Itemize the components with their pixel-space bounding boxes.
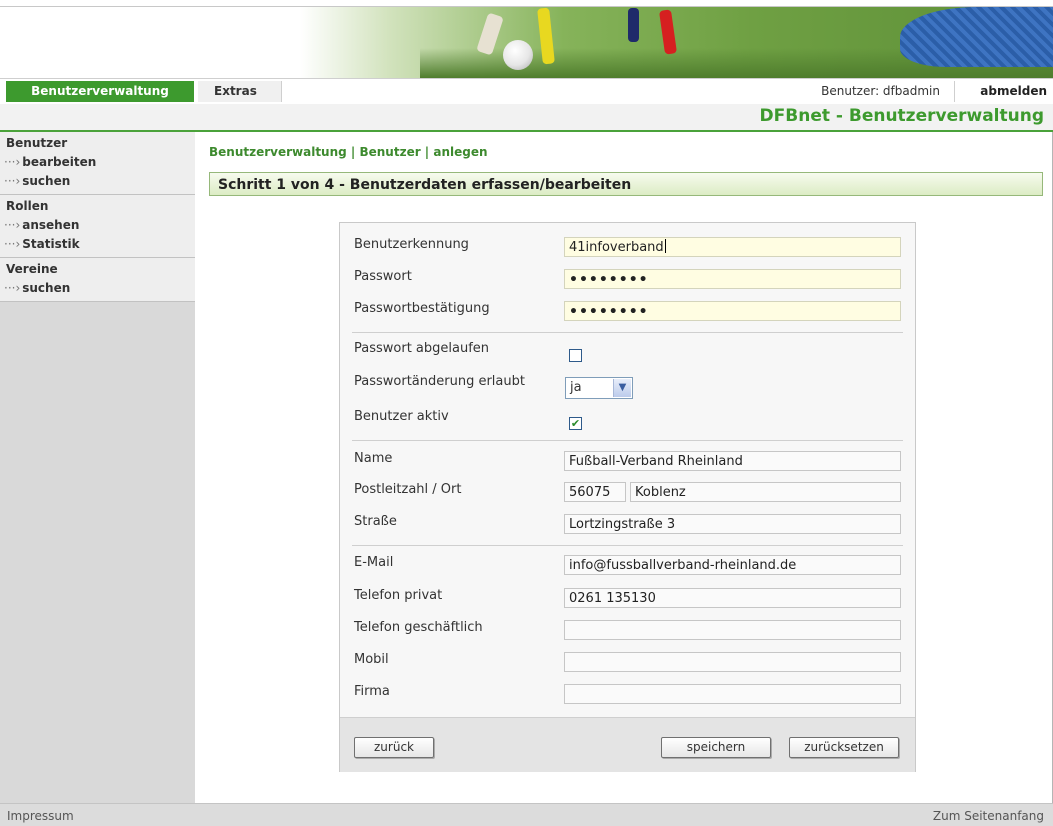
row-password-confirm: Passwortbestätigung •••••••• (354, 301, 902, 327)
company-label: Firma (354, 684, 390, 699)
user-active-checkbox[interactable]: ✔ (569, 417, 582, 430)
row-email: E-Mail info@fussballverband-rheinland.de (354, 555, 902, 581)
sidebar-item-label: suchen (22, 281, 71, 295)
password-label: Passwort (354, 269, 412, 284)
row-street: Straße Lortzingstraße 3 (354, 514, 902, 540)
sidebar-item-vereine-suchen[interactable]: ···› suchen (0, 279, 195, 298)
arrow-icon: ···› (4, 155, 21, 169)
top-navigation: Benutzerverwaltung Extras Benutzer: dfba… (0, 78, 1053, 105)
chevron-down-icon[interactable]: ▼ (613, 379, 631, 397)
title-bar: DFBnet - Benutzerverwaltung (0, 104, 1053, 132)
sidebar-item-suchen[interactable]: ···› suchen (0, 172, 195, 191)
pw-expired-label: Passwort abgelaufen (354, 341, 490, 356)
row-phone-business: Telefon geschäftlich (354, 620, 902, 646)
pw-change-label: Passwortänderung erlaubt (354, 374, 525, 389)
row-phone-private: Telefon privat 0261 135130 (354, 588, 902, 614)
sidebar-heading-benutzer[interactable]: Benutzer (0, 134, 195, 153)
row-company: Firma (354, 684, 902, 710)
sidebar-item-label: ansehen (22, 218, 80, 232)
company-input[interactable] (564, 684, 901, 704)
mobile-label: Mobil (354, 652, 389, 667)
street-label: Straße (354, 514, 397, 529)
sidebar: Benutzer ···› bearbeiten ···› suchen Rolle… (0, 132, 195, 803)
phone-private-input[interactable]: 0261 135130 (564, 588, 901, 608)
phone-business-input[interactable] (564, 620, 901, 640)
sidebar-item-bearbeiten[interactable]: ···› bearbeiten (0, 153, 195, 172)
street-input[interactable]: Lortzingstraße 3 (564, 514, 901, 534)
back-to-top-link[interactable]: Zum Seitenanfang (933, 809, 1044, 823)
email-label: E-Mail (354, 555, 394, 570)
football-image (503, 40, 533, 70)
password-confirm-input[interactable]: •••••••• (564, 301, 901, 321)
sidebar-group-rollen: Rollen ···› ansehen ···› Statistik (0, 195, 195, 258)
row-user-active: Benutzer aktiv ✔ (354, 409, 902, 435)
imprint-link[interactable]: Impressum (7, 809, 74, 823)
tab-extras[interactable]: Extras (198, 81, 282, 102)
user-active-label: Benutzer aktiv (354, 409, 449, 424)
header-banner (0, 0, 1053, 78)
pw-expired-checkbox[interactable] (569, 349, 582, 362)
arrow-icon: ···› (4, 218, 21, 232)
userid-label: Benutzerkennung (354, 237, 469, 252)
sidebar-heading-vereine[interactable]: Vereine (0, 260, 195, 279)
sidebar-item-label: suchen (22, 174, 71, 188)
row-password: Passwort •••••••• (354, 269, 902, 295)
row-pw-expired: Passwort abgelaufen (354, 341, 902, 367)
pw-change-value: ja (570, 380, 582, 395)
sidebar-item-label: Statistik (22, 237, 80, 251)
tab-benutzerverwaltung[interactable]: Benutzerverwaltung (6, 81, 194, 102)
arrow-icon: ···› (4, 174, 21, 188)
phone-business-label: Telefon geschäftlich (354, 620, 483, 635)
user-form: Benutzerkennung 41infoverband Passwort •… (339, 222, 916, 772)
logout-link[interactable]: abmelden (957, 81, 1047, 102)
zip-input[interactable]: 56075 (564, 482, 626, 502)
name-input[interactable]: Fußball-Verband Rheinland (564, 451, 901, 471)
arrow-icon: ···› (4, 237, 21, 251)
divider (352, 440, 903, 441)
player-leg (628, 8, 639, 42)
sidebar-group-benutzer: Benutzer ···› bearbeiten ···› suchen (0, 132, 195, 195)
pw-change-select[interactable]: ja ▼ (565, 377, 633, 399)
text-cursor (664, 239, 666, 253)
mobile-input[interactable] (564, 652, 901, 672)
divider (352, 545, 903, 546)
password-input[interactable]: •••••••• (564, 269, 901, 289)
name-label: Name (354, 451, 393, 466)
sidebar-item-label: bearbeiten (22, 155, 97, 169)
sidebar-group-vereine: Vereine ···› suchen (0, 258, 195, 302)
userid-input[interactable]: 41infoverband (564, 237, 901, 257)
row-userid: Benutzerkennung 41infoverband (354, 237, 902, 263)
sidebar-item-statistik[interactable]: ···› Statistik (0, 235, 195, 254)
footer: Impressum Zum Seitenanfang (0, 803, 1053, 826)
zip-city-label: Postleitzahl / Ort (354, 482, 462, 497)
breadcrumb: Benutzerverwaltung | Benutzer | anlegen (209, 145, 488, 159)
row-zip-city: Postleitzahl / Ort 56075 Koblenz (354, 482, 902, 508)
row-mobile: Mobil (354, 652, 902, 678)
divider (352, 332, 903, 333)
sidebar-heading-rollen[interactable]: Rollen (0, 197, 195, 216)
step-header: Schritt 1 von 4 - Benutzerdaten erfassen… (209, 172, 1043, 196)
back-button[interactable]: zurück (354, 737, 434, 758)
app-title: DFBnet - Benutzerverwaltung (759, 106, 1044, 126)
userid-value: 41infoverband (569, 240, 664, 255)
reset-button[interactable]: zurücksetzen (789, 737, 899, 758)
arrow-icon: ···› (4, 281, 21, 295)
sidebar-item-ansehen[interactable]: ···› ansehen (0, 216, 195, 235)
city-input[interactable]: Koblenz (630, 482, 901, 502)
player-shirt-image (900, 7, 1053, 67)
row-name: Name Fußball-Verband Rheinland (354, 451, 902, 477)
phone-private-label: Telefon privat (354, 588, 443, 603)
email-input[interactable]: info@fussballverband-rheinland.de (564, 555, 901, 575)
password-confirm-label: Passwortbestätigung (354, 301, 490, 316)
logged-in-user: Benutzer: dfbadmin (807, 81, 955, 102)
save-button[interactable]: speichern (661, 737, 771, 758)
row-pw-change: Passwortänderung erlaubt ja ▼ (354, 374, 902, 400)
button-bar: zurück speichern zurücksetzen (340, 717, 915, 772)
